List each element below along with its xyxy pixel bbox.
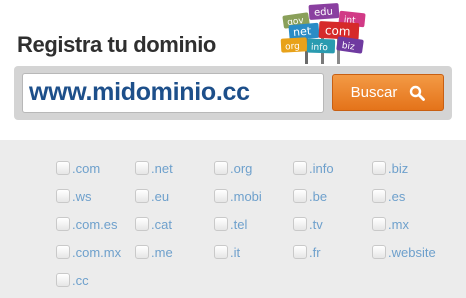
extension-checkbox[interactable] (56, 273, 70, 287)
extension-label: .ws (72, 188, 92, 204)
extension-option[interactable]: .ws (56, 188, 92, 204)
extension-checkbox[interactable] (293, 189, 307, 203)
extension-checkbox[interactable] (372, 217, 386, 231)
extension-option[interactable]: .com.es (56, 216, 118, 232)
extension-label: .tel (230, 216, 248, 232)
extension-label: .net (151, 160, 173, 176)
extension-option[interactable]: .net (135, 160, 173, 176)
extension-option[interactable]: .tv (293, 216, 323, 232)
extension-option[interactable]: .biz (372, 160, 408, 176)
extension-label: .info (309, 160, 334, 176)
extension-option[interactable]: .tel (214, 216, 247, 232)
extension-checkbox[interactable] (372, 161, 386, 175)
extension-label: .com.es (72, 216, 118, 232)
extension-checkbox[interactable] (56, 217, 70, 231)
extension-label: .tv (309, 216, 323, 232)
extension-label: .mx (388, 216, 409, 232)
extension-checkbox[interactable] (56, 161, 70, 175)
extension-label: .be (309, 188, 328, 204)
extension-label: .fr (309, 244, 321, 260)
extension-option[interactable]: .cat (135, 216, 172, 232)
extension-option[interactable]: .fr (293, 244, 321, 260)
extension-label: .com.mx (72, 244, 122, 260)
extension-checkbox[interactable] (214, 189, 228, 203)
search-icon (410, 85, 426, 101)
svg-text:info: info (311, 43, 329, 54)
extension-option[interactable]: .es (372, 188, 405, 204)
svg-text:edu: edu (314, 6, 334, 18)
extension-checkbox[interactable] (135, 245, 149, 259)
extension-label: .me (151, 244, 173, 260)
extension-label: .mobi (230, 188, 262, 204)
extension-option[interactable]: .info (293, 160, 334, 176)
extension-checkbox[interactable] (372, 189, 386, 203)
extension-option[interactable]: .mx (372, 216, 409, 232)
extension-checkbox[interactable] (214, 217, 228, 231)
domain-signs-logo: gov edu int net com org info biz (280, 3, 366, 64)
extension-option[interactable]: .website (372, 244, 436, 260)
extension-checkbox[interactable] (372, 245, 386, 259)
page-title: Registra tu dominio (17, 32, 216, 57)
extension-option[interactable]: .me (135, 244, 173, 260)
extension-label: .org (230, 160, 253, 176)
extension-label: .com (72, 160, 101, 176)
extension-label: .website (388, 244, 436, 260)
extension-label: .it (230, 244, 241, 260)
extension-option[interactable]: .com (56, 160, 100, 176)
search-button-label: Buscar (350, 84, 398, 101)
extension-checkbox[interactable] (135, 217, 149, 231)
extension-label: .biz (388, 160, 409, 176)
svg-text:net: net (293, 24, 313, 39)
extension-checkbox[interactable] (56, 189, 70, 203)
extension-checkbox[interactable] (135, 161, 149, 175)
extension-option[interactable]: .mobi (214, 188, 262, 204)
svg-text:biz: biz (341, 41, 355, 53)
domain-input[interactable]: www.midominio.cc (22, 73, 324, 113)
extension-label: .eu (151, 188, 170, 204)
extension-label: .cat (151, 216, 172, 232)
extension-checkbox[interactable] (293, 245, 307, 259)
extension-option[interactable]: .cc (56, 272, 89, 288)
extension-option[interactable]: .org (214, 160, 252, 176)
extension-label: .cc (72, 272, 89, 288)
search-button[interactable]: Buscar (332, 74, 444, 111)
extension-option[interactable]: .be (293, 188, 327, 204)
extension-checkbox[interactable] (214, 161, 228, 175)
extension-label: .es (388, 188, 406, 204)
extension-checkbox[interactable] (293, 161, 307, 175)
svg-text:com: com (325, 23, 351, 38)
extension-checkbox[interactable] (56, 245, 70, 259)
extension-option[interactable]: .com.mx (56, 244, 121, 260)
svg-text:org: org (285, 42, 300, 53)
extension-option[interactable]: .eu (135, 188, 169, 204)
extension-option[interactable]: .it (214, 244, 240, 260)
extension-checkbox[interactable] (214, 245, 228, 259)
extension-checkbox[interactable] (293, 217, 307, 231)
extension-checkbox[interactable] (135, 189, 149, 203)
